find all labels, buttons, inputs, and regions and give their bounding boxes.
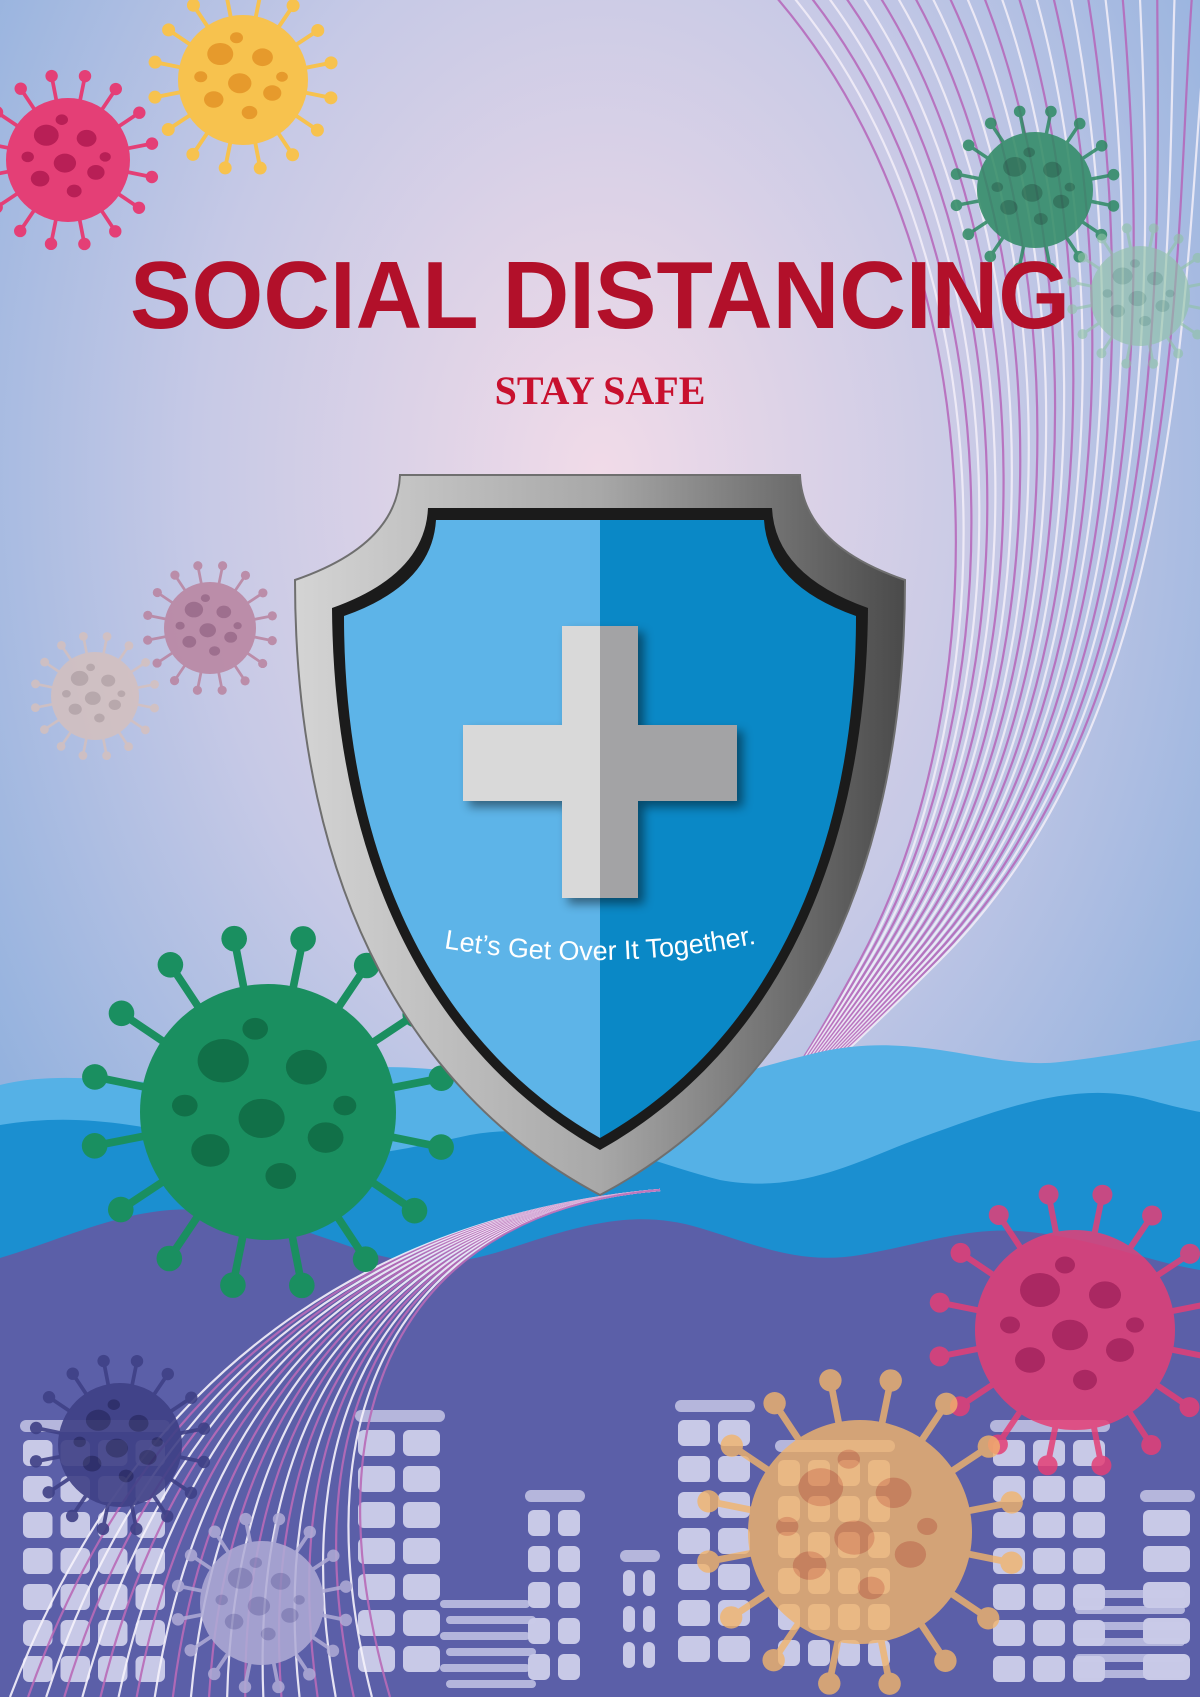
poster-subtitle: STAY SAFE	[495, 368, 706, 413]
social-distancing-poster: Let’s Get Over It Together. SOCIAL DISTA…	[0, 0, 1200, 1697]
poster-title: SOCIAL DISTANCING	[130, 242, 1070, 349]
